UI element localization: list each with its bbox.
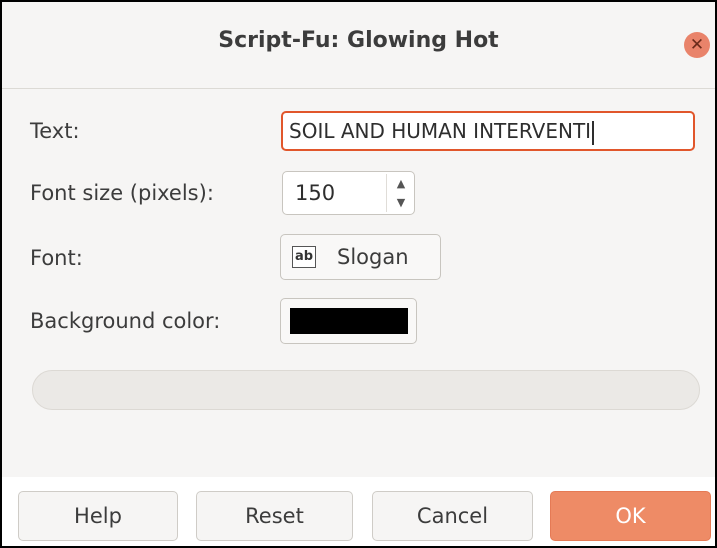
color-swatch <box>290 308 408 334</box>
title-bar: Script-Fu: Glowing Hot ✕ <box>2 2 715 89</box>
button-bar: Help Reset Cancel OK <box>2 477 715 546</box>
reset-button[interactable]: Reset <box>196 491 353 541</box>
background-color-button[interactable] <box>280 298 417 344</box>
cancel-button[interactable]: Cancel <box>372 491 533 541</box>
font-name: Slogan <box>337 245 409 269</box>
ok-button[interactable]: OK <box>550 491 711 541</box>
dialog-title: Script-Fu: Glowing Hot <box>218 28 499 53</box>
font-size-value: 150 <box>295 181 336 205</box>
spin-arrows: ▲ ▼ <box>386 174 415 212</box>
text-input[interactable]: SOIL AND HUMAN INTERVENTI <box>281 111 695 151</box>
close-icon[interactable]: ✕ <box>684 32 710 58</box>
spin-up-icon[interactable]: ▲ <box>387 174 415 193</box>
dialog-content: Text: SOIL AND HUMAN INTERVENTI Font siz… <box>2 89 715 477</box>
text-input-value: SOIL AND HUMAN INTERVENTI <box>289 119 592 143</box>
font-size-spinbutton[interactable]: 150 ▲ ▼ <box>282 171 415 215</box>
font-select-button[interactable]: ab Slogan <box>280 234 441 280</box>
text-label: Text: <box>30 119 80 143</box>
dialog-window: Script-Fu: Glowing Hot ✕ Text: SOIL AND … <box>0 0 717 548</box>
progress-bar <box>32 370 700 410</box>
spin-down-icon[interactable]: ▼ <box>387 193 415 212</box>
font-preview-icon: ab <box>292 246 316 268</box>
text-caret <box>592 120 595 145</box>
help-button[interactable]: Help <box>18 491 178 541</box>
background-color-label: Background color: <box>30 309 221 333</box>
font-label: Font: <box>30 246 83 270</box>
font-size-label: Font size (pixels): <box>30 181 214 205</box>
